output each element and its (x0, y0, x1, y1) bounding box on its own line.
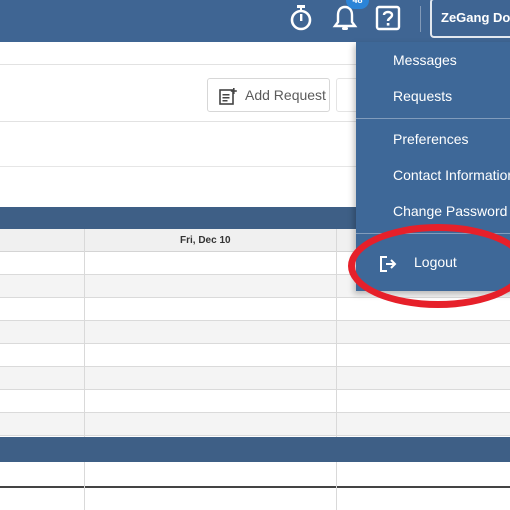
menu-divider (356, 233, 510, 234)
top-header-bar: 48 ZeGang Do (0, 0, 510, 42)
table-row[interactable] (0, 344, 510, 367)
user-dropdown-menu: Messages Requests Preferences Contact In… (356, 42, 510, 291)
menu-item-contact-information[interactable]: Contact Information (356, 160, 510, 190)
question-icon[interactable] (373, 3, 403, 33)
schedule-section-bar-2 (0, 437, 510, 462)
add-request-label: Add Request (245, 87, 326, 103)
header-divider (420, 6, 421, 32)
table-row[interactable] (0, 490, 510, 510)
logout-icon (380, 256, 397, 272)
add-note-icon (219, 88, 237, 105)
table-row[interactable] (0, 462, 510, 488)
menu-item-messages[interactable]: Messages (356, 45, 510, 75)
stopwatch-icon[interactable] (286, 3, 316, 33)
menu-item-change-password[interactable]: Change Password (356, 196, 510, 226)
menu-item-preferences[interactable]: Preferences (356, 124, 510, 154)
notification-count-badge: 48 (346, 0, 369, 9)
app-root: 48 ZeGang Do Add Request Fri, Dec 10 Mes… (0, 0, 510, 510)
column-divider (336, 229, 337, 437)
column-divider (84, 229, 85, 437)
column-divider (336, 462, 337, 510)
menu-item-requests[interactable]: Requests (356, 81, 510, 111)
user-menu-button[interactable]: ZeGang Do (430, 0, 510, 38)
day-column-header: Fri, Dec 10 (180, 235, 231, 246)
table-row[interactable] (0, 298, 510, 321)
table-row[interactable] (0, 413, 510, 436)
add-request-button[interactable]: Add Request (207, 78, 330, 112)
menu-item-logout[interactable]: Logout (356, 247, 510, 277)
table-row[interactable] (0, 321, 510, 344)
table-row[interactable] (0, 390, 510, 413)
menu-divider (356, 118, 510, 119)
column-divider (84, 462, 85, 510)
logout-label: Logout (414, 254, 457, 270)
table-row[interactable] (0, 367, 510, 390)
